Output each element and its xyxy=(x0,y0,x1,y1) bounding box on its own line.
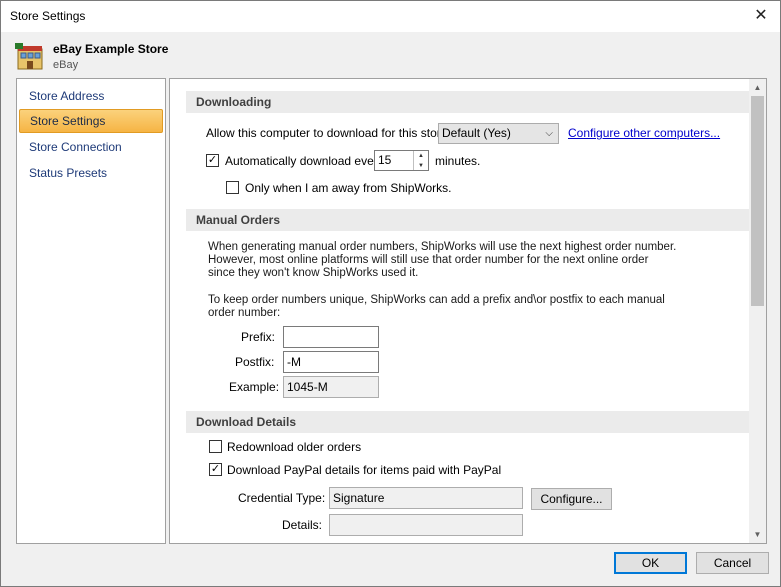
store-settings-window: Store Settings ✕ eBay Example Store eBay… xyxy=(0,0,781,587)
settings-sidebar: Store Address Store Settings Store Conne… xyxy=(16,78,166,544)
auto-download-label: Automatically download every xyxy=(225,154,384,168)
vertical-scrollbar[interactable]: ▲ ▼ xyxy=(749,79,766,543)
title-bar: Store Settings ✕ xyxy=(1,1,780,32)
redownload-checkbox[interactable] xyxy=(209,440,222,453)
cancel-button[interactable]: Cancel xyxy=(696,552,769,574)
example-value: 1045-M xyxy=(283,376,379,398)
paypal-details-checkbox[interactable]: ✓ xyxy=(209,463,222,476)
auto-download-interval-value: 15 xyxy=(378,153,392,167)
minutes-label: minutes. xyxy=(435,154,481,168)
store-name: eBay Example Store xyxy=(53,42,169,56)
manual-orders-section-header: Manual Orders xyxy=(186,209,749,231)
manual-orders-prefix-explanation-line: To keep order numbers unique, ShipWorks … xyxy=(208,294,665,306)
manual-orders-description-line: When generating manual order numbers, Sh… xyxy=(208,241,677,253)
download-details-section-header: Download Details xyxy=(186,411,749,433)
sidebar-item-store-address[interactable]: Store Address xyxy=(19,84,163,108)
prefix-input[interactable] xyxy=(283,326,379,348)
allow-download-value: Default (Yes) xyxy=(442,126,511,140)
ok-button[interactable]: OK xyxy=(614,552,687,574)
prefix-label: Prefix: xyxy=(241,330,276,344)
allow-download-label: Allow this computer to download for this… xyxy=(206,126,451,140)
postfix-input[interactable]: -M xyxy=(283,351,379,373)
store-platform: eBay xyxy=(53,59,79,71)
sidebar-item-store-connection[interactable]: Store Connection xyxy=(19,135,163,159)
configure-other-computers-link[interactable]: Configure other computers... xyxy=(568,126,720,140)
store-header: eBay Example Store eBay xyxy=(1,32,780,78)
away-only-label: Only when I am away from ShipWorks. xyxy=(245,181,452,195)
paypal-details-label: Download PayPal details for items paid w… xyxy=(227,463,502,477)
store-building-icon xyxy=(15,43,43,70)
manual-orders-prefix-explanation-line: order number: xyxy=(208,307,281,319)
allow-download-select[interactable]: Default (Yes) ⌵ xyxy=(438,123,559,144)
details-label: Details: xyxy=(282,518,323,532)
away-only-checkbox[interactable] xyxy=(226,181,239,194)
postfix-label: Postfix: xyxy=(235,355,275,369)
sidebar-item-store-settings[interactable]: Store Settings xyxy=(19,109,163,133)
credential-type-label: Credential Type: xyxy=(238,491,326,505)
chevron-down-icon: ⌵ xyxy=(545,128,553,139)
close-icon[interactable]: ✕ xyxy=(746,3,776,29)
details-value xyxy=(329,514,523,536)
scroll-thumb[interactable] xyxy=(751,96,764,306)
example-label: Example: xyxy=(229,380,280,394)
redownload-label: Redownload older orders xyxy=(227,440,362,454)
downloading-section-header: Downloading xyxy=(186,91,749,113)
window-title: Store Settings xyxy=(10,9,86,23)
spinner-arrows-icon[interactable]: ▲ ▼ xyxy=(413,151,428,170)
manual-orders-description-line: However, most online platforms will stil… xyxy=(208,254,649,266)
manual-orders-description-line: since they won't know ShipWorks used it. xyxy=(208,267,419,279)
scroll-down-icon[interactable]: ▼ xyxy=(749,526,766,543)
configure-credentials-button[interactable]: Configure... xyxy=(531,488,612,510)
settings-panel: Downloading Allow this computer to downl… xyxy=(169,78,767,544)
auto-download-interval-stepper[interactable]: 15 ▲ ▼ xyxy=(374,150,429,171)
sidebar-item-status-presets[interactable]: Status Presets xyxy=(19,161,163,185)
credential-type-value: Signature xyxy=(329,487,523,509)
auto-download-checkbox[interactable]: ✓ xyxy=(206,154,219,167)
scroll-up-icon[interactable]: ▲ xyxy=(749,79,766,96)
